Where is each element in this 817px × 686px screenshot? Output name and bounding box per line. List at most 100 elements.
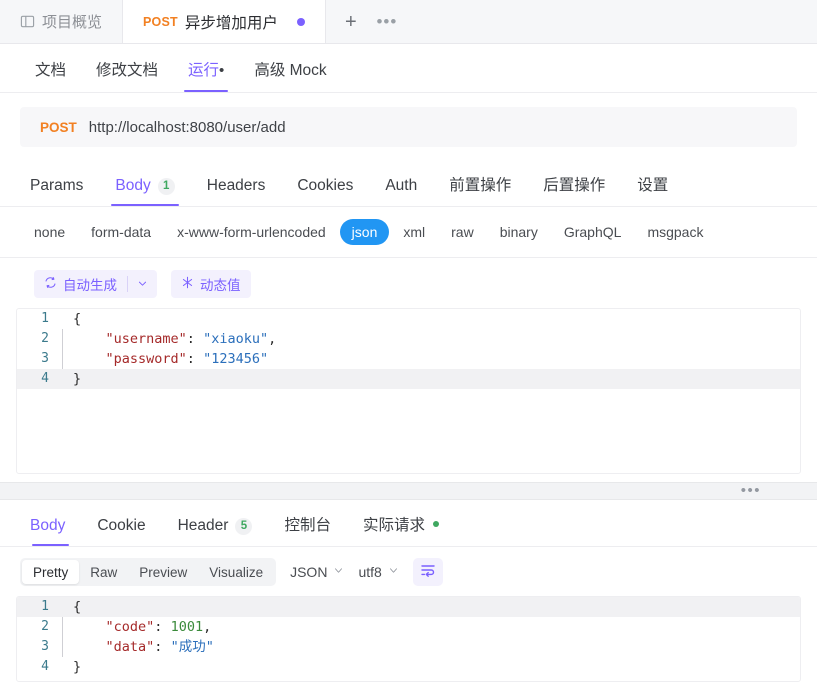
url-bar[interactable]: POST http://localhost:8080/user/add xyxy=(20,107,797,147)
tab-label: Headers xyxy=(206,177,266,194)
request-url-input[interactable]: http://localhost:8080/user/add xyxy=(89,119,286,136)
window-tab-project-overview[interactable]: 项目概览 xyxy=(0,0,124,43)
dynamic-value-button[interactable]: 动态值 xyxy=(171,270,251,298)
doc-tab-bar: 文档 修改文档 运行• 高级 Mock xyxy=(0,44,817,93)
response-tab-header[interactable]: Header 5 xyxy=(162,517,269,546)
chevron-down-icon xyxy=(137,277,148,292)
request-body-code[interactable]: 1 { 2 "username": "xiaoku", 3 "password"… xyxy=(17,309,800,389)
code-line: 2 "username": "xiaoku", xyxy=(17,329,800,349)
request-tab-cookies[interactable]: Cookies xyxy=(281,177,369,206)
url-bar-container: POST http://localhost:8080/user/add xyxy=(0,93,817,147)
code-token: : xyxy=(186,351,204,367)
word-wrap-toggle-button[interactable] xyxy=(412,558,443,586)
window-tab-async-add-user[interactable]: POST 异步增加用户 xyxy=(123,0,326,43)
code-line-active: 1 { xyxy=(17,597,800,617)
code-token: "username" xyxy=(105,331,187,347)
response-tab-cookie[interactable]: Cookie xyxy=(81,517,161,546)
request-tab-post-operation[interactable]: 后置操作 xyxy=(527,173,621,206)
code-token: "password" xyxy=(105,351,187,367)
response-body-editor[interactable]: 1 { 2 "code": 1001, 3 "data": "成功" 4 } xyxy=(16,596,801,682)
tab-label: 前置操作 xyxy=(449,177,512,194)
response-view-raw[interactable]: Raw xyxy=(79,560,128,584)
request-body-editor[interactable]: 1 { 2 "username": "xiaoku", 3 "password"… xyxy=(16,308,801,474)
body-type-none[interactable]: none xyxy=(22,219,77,245)
request-tab-params[interactable]: Params xyxy=(20,177,99,206)
response-view-toolbar: Pretty Raw Preview Visualize JSON utf8 xyxy=(0,547,817,596)
response-body-code[interactable]: 1 { 2 "code": 1001, 3 "data": "成功" 4 } xyxy=(17,597,800,677)
response-encoding-value: utf8 xyxy=(358,564,382,580)
request-tab-settings[interactable]: 设置 xyxy=(621,173,684,206)
window-tab-label: 异步增加用户 xyxy=(184,14,278,32)
line-number: 2 xyxy=(41,331,49,346)
response-view-preview[interactable]: Preview xyxy=(128,560,198,584)
panel-splitter[interactable]: ••• xyxy=(0,482,817,500)
tab-run-modified-dot: • xyxy=(219,62,225,79)
code-token: "code" xyxy=(105,619,155,635)
code-token: : xyxy=(154,619,171,635)
tab-label: 运行 xyxy=(188,62,220,79)
code-line: 4 } xyxy=(17,657,800,677)
body-type-binary[interactable]: binary xyxy=(488,219,550,245)
line-number: 3 xyxy=(41,351,49,366)
auto-generate-button[interactable]: 自动生成 xyxy=(34,270,127,298)
tab-label: Body xyxy=(30,517,66,534)
tab-doc[interactable]: 文档 xyxy=(20,58,81,92)
body-type-msgpack[interactable]: msgpack xyxy=(635,219,715,245)
code-token: "xiaoku" xyxy=(203,331,269,347)
api-client-window: 项目概览 POST 异步增加用户 + ••• 文档 修改文档 运行• 高级 Mo… xyxy=(0,0,817,686)
body-type-form-data[interactable]: form-data xyxy=(79,219,163,245)
line-number: 1 xyxy=(41,311,49,326)
code-token: } xyxy=(73,659,82,675)
request-tab-body[interactable]: Body 1 xyxy=(99,177,190,206)
splitter-drag-handle[interactable]: ••• xyxy=(741,483,761,498)
tab-more-button[interactable]: ••• xyxy=(370,5,404,39)
line-content: { xyxy=(63,309,81,329)
body-type-xml[interactable]: xml xyxy=(391,219,437,245)
response-format-value: JSON xyxy=(290,564,328,580)
line-number: 2 xyxy=(41,619,49,634)
response-view-visualize[interactable]: Visualize xyxy=(198,560,274,584)
actual-request-status-dot xyxy=(432,521,439,527)
body-type-json[interactable]: json xyxy=(339,219,390,245)
response-tab-console[interactable]: 控制台 xyxy=(268,513,347,546)
window-tab-label: 项目概览 xyxy=(42,14,103,31)
add-tab-button[interactable]: + xyxy=(334,5,368,39)
auto-generate-dropdown-button[interactable] xyxy=(128,270,157,298)
code-token: , xyxy=(203,619,212,635)
window-tab-method: POST xyxy=(143,14,178,29)
auto-generate-button-group[interactable]: 自动生成 xyxy=(34,270,157,298)
line-number: 4 xyxy=(41,371,49,386)
response-encoding-select[interactable]: utf8 xyxy=(358,564,398,580)
line-content: "data": "成功" xyxy=(62,637,214,657)
request-tab-auth[interactable]: Auth xyxy=(369,177,433,206)
body-type-x-www-form-urlencoded[interactable]: x-www-form-urlencoded xyxy=(165,219,338,245)
tab-edit-doc[interactable]: 修改文档 xyxy=(81,58,173,92)
response-view-segmented: Pretty Raw Preview Visualize xyxy=(20,558,277,586)
tab-advanced-mock[interactable]: 高级 Mock xyxy=(239,58,341,92)
tab-label: 控制台 xyxy=(284,517,331,534)
code-token: 1001 xyxy=(170,619,204,635)
layout-panel-icon xyxy=(20,14,35,29)
request-method[interactable]: POST xyxy=(40,120,77,135)
tab-run[interactable]: 运行• xyxy=(173,58,239,92)
dynamic-value-content: 动态值 xyxy=(171,270,251,298)
response-view-pretty[interactable]: Pretty xyxy=(22,560,80,584)
body-type-graphql[interactable]: GraphQL xyxy=(552,219,634,245)
code-line-active: 4 } xyxy=(17,369,800,389)
body-type-raw[interactable]: raw xyxy=(439,219,486,245)
request-tab-headers[interactable]: Headers xyxy=(191,177,282,206)
code-token: "成功" xyxy=(170,639,214,655)
chevron-down-icon xyxy=(333,565,344,579)
response-format-select[interactable]: JSON xyxy=(290,564,344,580)
line-content: "password": "123456" xyxy=(62,349,268,369)
body-count-badge: 1 xyxy=(157,177,175,195)
code-token: { xyxy=(73,311,82,327)
code-token: : xyxy=(186,331,204,347)
unsaved-indicator-dot xyxy=(296,17,305,26)
auto-generate-label: 自动生成 xyxy=(63,278,117,293)
response-tab-actual-request[interactable]: 实际请求 xyxy=(347,513,455,546)
response-tab-body[interactable]: Body xyxy=(20,517,81,546)
request-tab-pre-operation[interactable]: 前置操作 xyxy=(433,173,527,206)
line-content: "username": "xiaoku", xyxy=(62,329,276,349)
tab-label: Cookies xyxy=(297,177,354,194)
